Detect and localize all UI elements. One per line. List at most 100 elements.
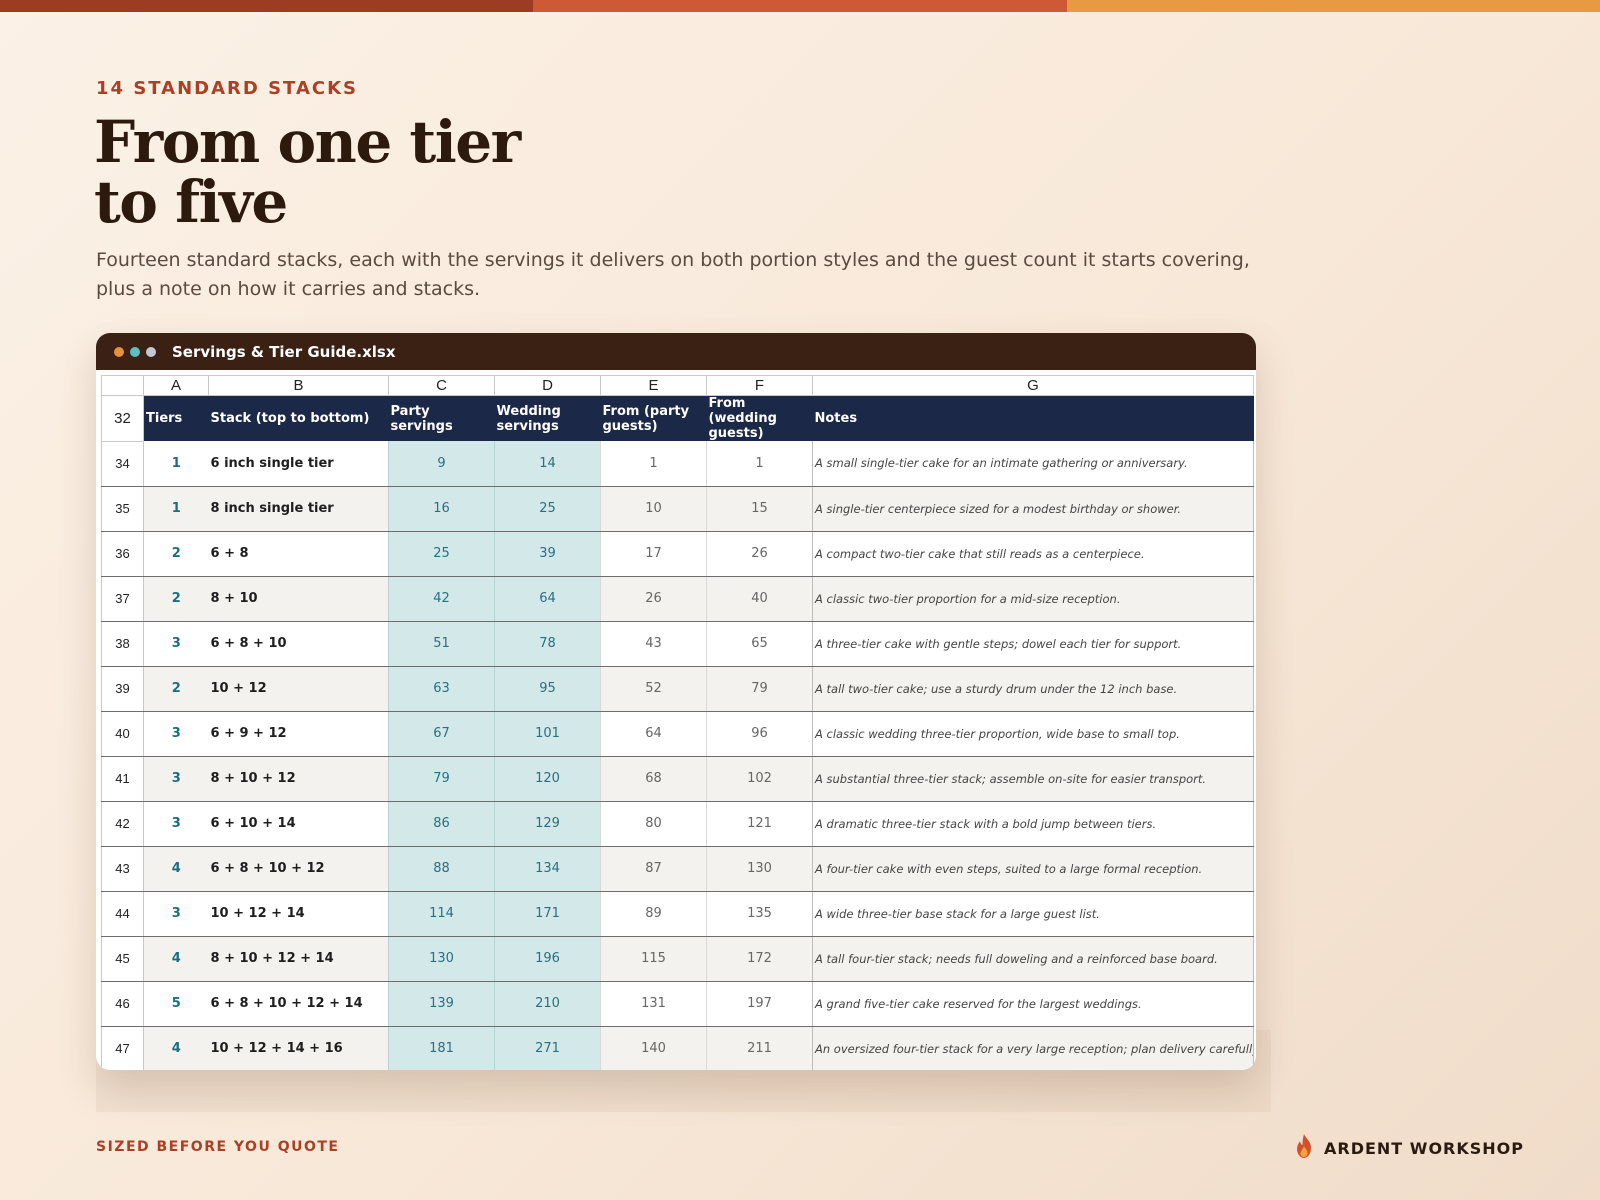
cell-from-party[interactable]: 131 xyxy=(600,981,707,1027)
window-dot-minimize[interactable] xyxy=(130,346,140,357)
corner-cell[interactable] xyxy=(101,375,144,396)
cell-party-servings[interactable]: 181 xyxy=(388,1026,495,1070)
cell-tiers[interactable]: 4 xyxy=(143,846,209,892)
cell-party-servings[interactable]: 63 xyxy=(388,666,495,712)
cell-party-servings[interactable]: 86 xyxy=(388,801,495,847)
cell-from-party[interactable]: 140 xyxy=(600,1026,707,1070)
cell-party-servings[interactable]: 67 xyxy=(388,711,495,757)
column-letter[interactable]: E xyxy=(600,375,707,396)
cell-from-party[interactable]: 17 xyxy=(600,531,707,577)
cell-stack[interactable]: 6 inch single tier xyxy=(208,441,389,487)
header-cell-tiers[interactable]: Tiers xyxy=(143,395,209,441)
cell-notes[interactable]: A four-tier cake with even steps, suited… xyxy=(812,846,1254,892)
cell-notes[interactable]: An oversized four-tier stack for a very … xyxy=(812,1026,1254,1070)
row-number[interactable]: 32 xyxy=(101,395,144,442)
cell-tiers[interactable]: 3 xyxy=(143,756,209,802)
column-letter[interactable]: B xyxy=(208,375,389,396)
header-cell-wedding-servings[interactable]: Wedding servings xyxy=(494,395,601,441)
cell-stack[interactable]: 6 + 8 + 10 + 12 + 14 xyxy=(208,981,389,1027)
header-cell-from-party[interactable]: From (party guests) xyxy=(600,395,707,441)
cell-from-wedding[interactable]: 26 xyxy=(706,531,813,577)
cell-tiers[interactable]: 3 xyxy=(143,891,209,937)
cell-stack[interactable]: 6 + 8 xyxy=(208,531,389,577)
window-dot-close[interactable] xyxy=(114,346,124,357)
column-letter[interactable]: G xyxy=(812,375,1254,396)
cell-wedding-servings[interactable]: 196 xyxy=(494,936,601,982)
cell-wedding-servings[interactable]: 134 xyxy=(494,846,601,892)
header-cell-party-servings[interactable]: Party servings xyxy=(388,395,495,441)
cell-from-party[interactable]: 43 xyxy=(600,621,707,667)
cell-from-wedding[interactable]: 96 xyxy=(706,711,813,757)
cell-from-party[interactable]: 80 xyxy=(600,801,707,847)
cell-tiers[interactable]: 4 xyxy=(143,1026,209,1070)
cell-notes[interactable]: A grand five-tier cake reserved for the … xyxy=(812,981,1254,1027)
cell-party-servings[interactable]: 42 xyxy=(388,576,495,622)
row-number[interactable]: 44 xyxy=(101,890,144,937)
cell-from-party[interactable]: 26 xyxy=(600,576,707,622)
header-cell-from-wedding[interactable]: From (wedding guests) xyxy=(706,395,813,441)
cell-from-party[interactable]: 115 xyxy=(600,936,707,982)
column-letter[interactable]: C xyxy=(388,375,495,396)
cell-stack[interactable]: 6 + 8 + 10 xyxy=(208,621,389,667)
row-number[interactable]: 42 xyxy=(101,800,144,847)
cell-tiers[interactable]: 3 xyxy=(143,801,209,847)
cell-from-wedding[interactable]: 121 xyxy=(706,801,813,847)
cell-from-wedding[interactable]: 15 xyxy=(706,486,813,532)
cell-tiers[interactable]: 2 xyxy=(143,531,209,577)
cell-from-wedding[interactable]: 172 xyxy=(706,936,813,982)
row-number[interactable]: 47 xyxy=(101,1025,144,1070)
cell-stack[interactable]: 8 + 10 xyxy=(208,576,389,622)
cell-wedding-servings[interactable]: 14 xyxy=(494,441,601,487)
cell-tiers[interactable]: 1 xyxy=(143,486,209,532)
cell-wedding-servings[interactable]: 95 xyxy=(494,666,601,712)
cell-party-servings[interactable]: 16 xyxy=(388,486,495,532)
row-number[interactable]: 40 xyxy=(101,710,144,757)
cell-tiers[interactable]: 2 xyxy=(143,576,209,622)
cell-notes[interactable]: A classic two-tier proportion for a mid-… xyxy=(812,576,1254,622)
header-cell-stack[interactable]: Stack (top to bottom) xyxy=(208,395,389,441)
cell-wedding-servings[interactable]: 101 xyxy=(494,711,601,757)
cell-from-wedding[interactable]: 79 xyxy=(706,666,813,712)
cell-notes[interactable]: A tall two-tier cake; use a sturdy drum … xyxy=(812,666,1254,712)
header-cell-notes[interactable]: Notes xyxy=(812,395,1254,441)
cell-from-wedding[interactable]: 102 xyxy=(706,756,813,802)
cell-wedding-servings[interactable]: 271 xyxy=(494,1026,601,1070)
cell-tiers[interactable]: 3 xyxy=(143,621,209,667)
window-dot-zoom[interactable] xyxy=(146,346,156,357)
row-number[interactable]: 35 xyxy=(101,485,144,532)
cell-tiers[interactable]: 5 xyxy=(143,981,209,1027)
cell-notes[interactable]: A three-tier cake with gentle steps; dow… xyxy=(812,621,1254,667)
cell-stack[interactable]: 10 + 12 + 14 + 16 xyxy=(208,1026,389,1070)
cell-stack[interactable]: 10 + 12 + 14 xyxy=(208,891,389,937)
cell-notes[interactable]: A single-tier centerpiece sized for a mo… xyxy=(812,486,1254,532)
cell-notes[interactable]: A substantial three-tier stack; assemble… xyxy=(812,756,1254,802)
row-number[interactable]: 43 xyxy=(101,845,144,892)
cell-wedding-servings[interactable]: 171 xyxy=(494,891,601,937)
cell-tiers[interactable]: 3 xyxy=(143,711,209,757)
cell-from-wedding[interactable]: 197 xyxy=(706,981,813,1027)
cell-stack[interactable]: 6 + 9 + 12 xyxy=(208,711,389,757)
row-number[interactable]: 37 xyxy=(101,575,144,622)
cell-from-party[interactable]: 52 xyxy=(600,666,707,712)
cell-tiers[interactable]: 1 xyxy=(143,441,209,487)
cell-party-servings[interactable]: 139 xyxy=(388,981,495,1027)
row-number[interactable]: 36 xyxy=(101,530,144,577)
cell-party-servings[interactable]: 79 xyxy=(388,756,495,802)
cell-wedding-servings[interactable]: 64 xyxy=(494,576,601,622)
cell-stack[interactable]: 8 + 10 + 12 xyxy=(208,756,389,802)
cell-wedding-servings[interactable]: 25 xyxy=(494,486,601,532)
cell-from-wedding[interactable]: 40 xyxy=(706,576,813,622)
cell-from-party[interactable]: 64 xyxy=(600,711,707,757)
cell-notes[interactable]: A compact two-tier cake that still reads… xyxy=(812,531,1254,577)
cell-stack[interactable]: 6 + 10 + 14 xyxy=(208,801,389,847)
cell-wedding-servings[interactable]: 39 xyxy=(494,531,601,577)
cell-wedding-servings[interactable]: 120 xyxy=(494,756,601,802)
cell-from-wedding[interactable]: 211 xyxy=(706,1026,813,1070)
cell-party-servings[interactable]: 130 xyxy=(388,936,495,982)
row-number[interactable]: 41 xyxy=(101,755,144,802)
cell-wedding-servings[interactable]: 78 xyxy=(494,621,601,667)
cell-from-wedding[interactable]: 130 xyxy=(706,846,813,892)
cell-from-wedding[interactable]: 65 xyxy=(706,621,813,667)
cell-notes[interactable]: A classic wedding three-tier proportion,… xyxy=(812,711,1254,757)
column-letter[interactable]: F xyxy=(706,375,813,396)
